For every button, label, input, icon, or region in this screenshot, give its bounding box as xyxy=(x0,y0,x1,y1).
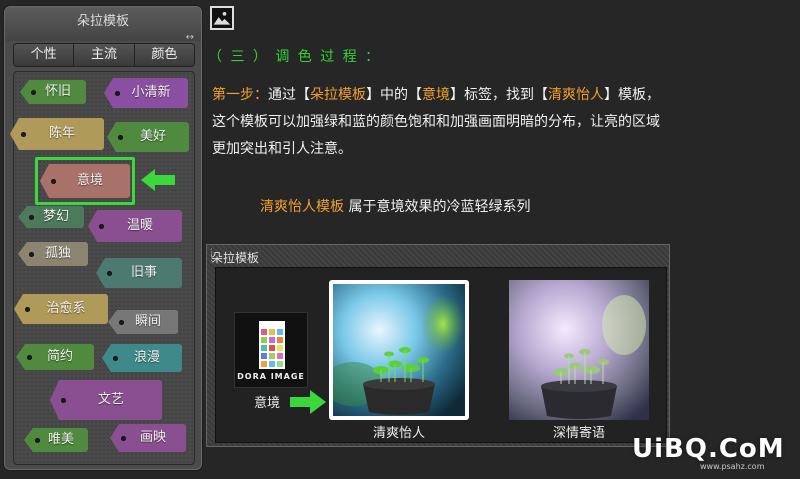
panel-header: 朵拉模板 ↔ xyxy=(5,7,201,43)
thumbnail-qingshuang xyxy=(333,284,465,416)
arrow-left-icon xyxy=(141,169,175,191)
text-fragment: 】标签，找到【 xyxy=(450,87,548,103)
highlight-dora-template: 朵拉模板 xyxy=(310,87,366,103)
tag-xiaoqingxin[interactable]: 小清新 xyxy=(104,78,188,108)
text-fragment: 】中的【 xyxy=(366,87,422,103)
caption-highlight: 清爽怡人模板 xyxy=(260,199,344,215)
para-line-3: 更加突出和引人注意。 xyxy=(212,141,352,157)
tag-huaying[interactable]: 画映 xyxy=(110,424,186,452)
tag-wennuan[interactable]: 温暖 xyxy=(88,210,182,242)
tag-weimei[interactable]: 唯美 xyxy=(24,428,88,452)
tab-mainstream[interactable]: 主流 xyxy=(74,44,135,66)
thumbnail-label-shenqing: 深情寄语 xyxy=(552,426,605,441)
category-tabbar: 个性 主流 颜色 xyxy=(13,43,195,67)
section-heading: （ 三 ） 调 色 过 程 ： xyxy=(208,49,382,65)
tag-langman[interactable]: 浪漫 xyxy=(102,344,182,372)
site-watermark-url: www.psahz.com xyxy=(700,462,765,471)
tag-wenyi[interactable]: 文艺 xyxy=(50,380,162,420)
tag-jianyue[interactable]: 简约 xyxy=(16,344,94,370)
tag-zhiyuxi[interactable]: 治愈系 xyxy=(14,294,108,324)
palette-grid-icon xyxy=(259,321,285,369)
site-watermark: UiBQ.CoM xyxy=(632,434,785,464)
text-fragment: 】模板， xyxy=(604,87,660,103)
highlight-yijing: 意境 xyxy=(422,87,450,103)
tab-personality[interactable]: 个性 xyxy=(14,44,75,66)
tag-menghuan[interactable]: 梦幻 xyxy=(18,206,84,228)
panel-title: 朵拉模板 xyxy=(76,14,129,29)
tag-shunjian[interactable]: 瞬间 xyxy=(108,310,178,334)
tag-gudu[interactable]: 孤独 xyxy=(18,242,88,266)
step-label: 第一步： xyxy=(212,87,268,103)
logo-text: DORA IMAGE xyxy=(237,372,305,381)
thumbnail-label-qingshuang: 清爽怡人 xyxy=(372,426,425,441)
template-caption: 清爽怡人模板 属于意境效果的冷蓝轻绿系列 xyxy=(260,196,530,216)
tab-color[interactable]: 颜色 xyxy=(134,44,194,66)
text-fragment: 通过【 xyxy=(268,87,310,103)
image-icon xyxy=(210,6,234,30)
tag-meihao[interactable]: 美好 xyxy=(107,122,189,152)
thumbnail-selected-frame[interactable] xyxy=(329,280,469,420)
arrow-right-icon xyxy=(290,390,326,414)
tag-huaijiu[interactable]: 怀旧 xyxy=(20,80,86,104)
selection-highlight-box xyxy=(35,157,135,205)
para-line-1: 第一步：通过【朵拉模板】中的【意境】标签，找到【清爽怡人】模板， xyxy=(212,82,772,109)
tag-chennian[interactable]: 陈年 xyxy=(10,118,104,150)
thumbnail-shenqing[interactable] xyxy=(509,280,649,420)
caption-rest: 属于意境效果的冷蓝轻绿系列 xyxy=(344,199,531,215)
tag-jiushi[interactable]: 旧事 xyxy=(96,258,182,288)
para-line-2: 这个模板可以加强绿和蓝的颜色饱和和加强画面明暗的分布，让亮的区域 xyxy=(212,114,660,130)
dora-image-logo[interactable]: DORA IMAGE xyxy=(234,312,308,388)
step-paragraph: 第一步：通过【朵拉模板】中的【意境】标签，找到【清爽怡人】模板， 这个模板可以加… xyxy=(212,82,772,163)
highlight-qingshuang: 清爽怡人 xyxy=(548,87,604,103)
preview-title: 朵拉模板 xyxy=(211,251,260,265)
